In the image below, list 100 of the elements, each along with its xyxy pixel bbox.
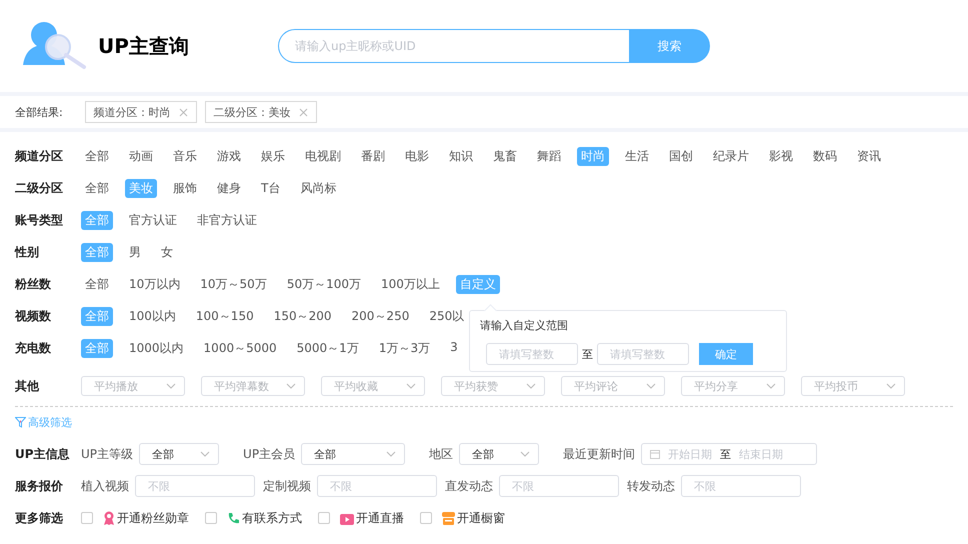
range-input[interactable]: 请填写整数 — [597, 343, 689, 365]
field-label: 直发动态 — [445, 478, 493, 494]
filter-option[interactable]: 200～250 — [348, 306, 414, 326]
filter-option[interactable]: 5000～1万 — [292, 338, 363, 358]
field-label: 最近更新时间 — [563, 446, 636, 462]
checkbox-label: 开通粉丝勋章 — [117, 510, 189, 526]
filter-option[interactable]: 数码 — [809, 146, 841, 166]
filter-option[interactable]: 游戏 — [213, 146, 245, 166]
filter-option[interactable]: 150～200 — [270, 306, 336, 326]
date-range-field[interactable]: 开始日期 至 结束日期 — [641, 443, 818, 465]
filter-option[interactable]: 100以内 — [125, 306, 180, 326]
filter-option[interactable]: 鬼畜 — [489, 146, 521, 166]
filter-label: 二级分区 — [15, 180, 64, 196]
filter-option[interactable]: 10万～50万 — [196, 274, 271, 294]
checkbox[interactable] — [81, 512, 93, 524]
filter-option[interactable]: 100万以上 — [377, 274, 444, 294]
filter-icon — [15, 417, 26, 428]
filter-option[interactable]: 250以 — [425, 306, 468, 326]
tag-text: 二级分区：美妆 — [214, 104, 291, 120]
range-input[interactable]: 请填写整数 — [486, 343, 578, 365]
filter-option[interactable]: 影视 — [765, 146, 797, 166]
filter-option[interactable]: 男 — [125, 242, 145, 262]
filter-label: 粉丝数 — [15, 276, 52, 292]
chevron-down-icon — [646, 383, 656, 389]
select-field[interactable]: 全部 — [459, 443, 540, 465]
filter-option[interactable]: 风尚标 — [296, 178, 340, 198]
filter-option[interactable]: 娱乐 — [257, 146, 289, 166]
filter-label: 频道分区 — [15, 148, 64, 164]
filter-label: 其他 — [15, 378, 40, 394]
page-title: UP主查询 — [98, 32, 190, 60]
filter-option[interactable]: 知识 — [445, 146, 477, 166]
chevron-down-icon — [286, 383, 296, 389]
field-label: 植入视频 — [81, 478, 129, 494]
filter-option[interactable]: 1万～3万 — [374, 338, 434, 358]
checkbox-label: 开通直播 — [356, 510, 404, 526]
field-label: UP主等级 — [81, 446, 134, 462]
filter-option[interactable]: 动画 — [125, 146, 157, 166]
filter-option[interactable]: 生活 — [621, 146, 653, 166]
results-label: 全部结果: — [15, 104, 63, 120]
chevron-down-icon — [520, 451, 530, 457]
price-field[interactable]: 不限 — [499, 475, 619, 497]
filter-option[interactable]: 50万～100万 — [282, 274, 366, 294]
field-label: UP主会员 — [243, 446, 296, 462]
filter-option[interactable]: 3 — [446, 338, 462, 358]
filter-option[interactable]: 全部 — [81, 274, 113, 294]
checkbox-label: 有联系方式 — [242, 510, 302, 526]
range-separator: 至 — [582, 346, 593, 362]
field-label: 定制视频 — [263, 478, 311, 494]
filter-option[interactable]: 服饰 — [169, 178, 201, 198]
filter-option[interactable]: 1000以内 — [125, 338, 188, 358]
chevron-down-icon — [526, 383, 536, 389]
filter-option[interactable]: 纪录片 — [709, 146, 753, 166]
chevron-down-icon — [200, 451, 210, 457]
filter-option[interactable]: 非官方认证 — [193, 210, 261, 230]
filter-option[interactable]: 电影 — [401, 146, 433, 166]
filter-label: 账号类型 — [15, 212, 64, 228]
chevron-down-icon — [406, 383, 416, 389]
filter-option[interactable]: 电视剧 — [301, 146, 345, 166]
price-field[interactable]: 不限 — [681, 475, 801, 497]
popover-title: 请输入自定义范围 — [480, 318, 569, 333]
checkbox[interactable] — [318, 512, 330, 524]
filter-option[interactable]: 舞蹈 — [533, 146, 565, 166]
filter-option[interactable]: 女 — [157, 242, 177, 262]
checkbox-label: 开通橱窗 — [457, 510, 505, 526]
chevron-down-icon — [766, 383, 776, 389]
filter-label: UP主信息 — [15, 446, 71, 462]
select-field[interactable]: 全部 — [301, 443, 406, 465]
calendar-icon — [650, 449, 660, 459]
tv-play-icon — [340, 512, 354, 524]
filter-label: 充电数 — [15, 340, 52, 356]
price-field[interactable]: 不限 — [135, 475, 255, 497]
filter-option[interactable]: 资讯 — [853, 146, 885, 166]
filter-option[interactable]: 音乐 — [169, 146, 201, 166]
select-field[interactable]: 全部 — [139, 443, 220, 465]
checkbox[interactable] — [205, 512, 217, 524]
filter-option[interactable]: 全部 — [81, 178, 113, 198]
filter-label: 更多筛选 — [15, 510, 64, 526]
chevron-down-icon — [886, 383, 896, 389]
shop-icon — [442, 512, 455, 524]
field-label: 地区 — [429, 446, 454, 462]
filter-option[interactable]: 番剧 — [357, 146, 389, 166]
filter-option[interactable]: 10万以内 — [125, 274, 184, 294]
filter-label: 视频数 — [15, 308, 52, 324]
close-icon[interactable] — [178, 108, 188, 116]
filter-option[interactable]: T台 — [257, 178, 284, 198]
user-search-icon — [22, 21, 88, 71]
search-field[interactable]: 请输入up主昵称或UID — [278, 29, 629, 63]
field-label: 转发动态 — [627, 478, 675, 494]
chevron-down-icon — [166, 383, 176, 389]
filter-option[interactable]: 1000～5000 — [200, 338, 281, 358]
filter-label: 服务报价 — [15, 478, 64, 494]
price-field[interactable]: 不限 — [317, 475, 437, 497]
filter-option[interactable]: 国创 — [665, 146, 697, 166]
filter-option[interactable]: 100～150 — [192, 306, 258, 326]
phone-icon — [227, 512, 240, 524]
close-icon[interactable] — [298, 108, 308, 116]
filter-option[interactable]: 健身 — [213, 178, 245, 198]
filter-option[interactable]: 官方认证 — [125, 210, 181, 230]
checkbox[interactable] — [420, 512, 432, 524]
filter-option[interactable]: 全部 — [81, 146, 113, 166]
